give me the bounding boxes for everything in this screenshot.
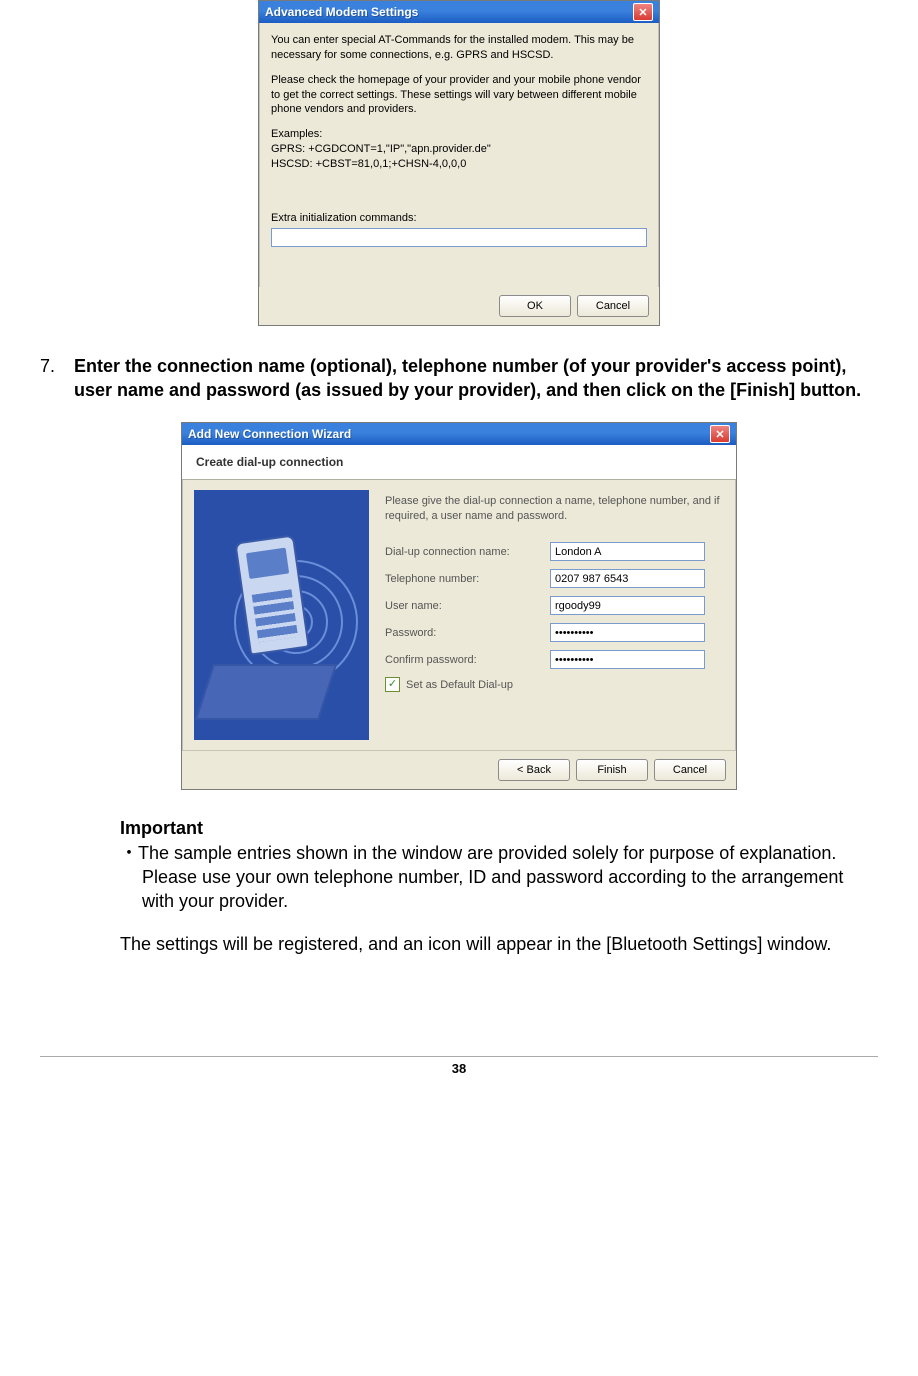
important-note: Important ・The sample entries shown in t… [120, 816, 878, 913]
connection-name-input[interactable] [550, 542, 705, 561]
important-text: The sample entries shown in the window a… [138, 843, 843, 912]
example-gprs: GPRS: +CGDCONT=1,"IP","apn.provider.de" [271, 143, 491, 155]
cancel-button[interactable]: Cancel [654, 759, 726, 781]
form-row-username: User name: [385, 596, 720, 615]
username-label: User name: [385, 600, 550, 612]
bullet-mark: ・ [120, 843, 138, 863]
telephone-label: Telephone number: [385, 573, 550, 585]
dialog-titlebar[interactable]: Advanced Modem Settings ✕ [259, 1, 659, 23]
dialog-button-row: OK Cancel [259, 287, 659, 325]
confirm-password-label: Confirm password: [385, 654, 550, 666]
form-row-connection-name: Dial-up connection name: [385, 542, 720, 561]
wizard-title: Add New Connection Wizard [188, 427, 351, 441]
confirm-password-input[interactable] [550, 650, 705, 669]
close-icon[interactable]: ✕ [710, 425, 730, 443]
instruction-step: 7. Enter the connection name (optional),… [40, 354, 878, 403]
form-row-password: Password: [385, 623, 720, 642]
result-paragraph: The settings will be registered, and an … [120, 932, 878, 956]
step-text: Enter the connection name (optional), te… [74, 354, 878, 403]
wizard-form: Please give the dial-up connection a nam… [369, 490, 724, 740]
extra-init-input[interactable] [271, 228, 647, 247]
page-number: 38 [40, 1061, 878, 1076]
wizard-button-row: < Back Finish Cancel [182, 750, 736, 789]
footer-rule [40, 1056, 878, 1057]
important-heading: Important [120, 816, 868, 840]
step-number: 7. [40, 354, 74, 403]
password-label: Password: [385, 627, 550, 639]
cancel-button[interactable]: Cancel [577, 295, 649, 317]
dialog-paragraph-1: You can enter special AT-Commands for th… [271, 33, 647, 63]
dialog-title: Advanced Modem Settings [265, 5, 418, 19]
connection-name-label: Dial-up connection name: [385, 546, 550, 558]
advanced-modem-settings-dialog: Advanced Modem Settings ✕ You can enter … [258, 0, 660, 326]
username-input[interactable] [550, 596, 705, 615]
wizard-intro: Please give the dial-up connection a nam… [385, 494, 720, 524]
dialog-paragraph-2: Please check the homepage of your provid… [271, 73, 647, 118]
add-new-connection-wizard-dialog: Add New Connection Wizard ✕ Create dial-… [181, 422, 737, 790]
wizard-illustration [194, 490, 369, 740]
close-icon[interactable]: ✕ [633, 3, 653, 21]
form-row-confirm-password: Confirm password: [385, 650, 720, 669]
default-dialup-checkbox-row[interactable]: ✓ Set as Default Dial-up [385, 677, 720, 692]
form-row-telephone: Telephone number: [385, 569, 720, 588]
default-dialup-label: Set as Default Dial-up [406, 679, 513, 691]
telephone-input[interactable] [550, 569, 705, 588]
finish-button[interactable]: Finish [576, 759, 648, 781]
ok-button[interactable]: OK [499, 295, 571, 317]
examples-heading: Examples: [271, 128, 322, 140]
important-bullet: ・The sample entries shown in the window … [120, 841, 868, 914]
example-hscsd: HSCSD: +CBST=81,0,1;+CHSN-4,0,0,0 [271, 158, 466, 170]
dialog-body: You can enter special AT-Commands for th… [259, 23, 659, 257]
checkbox-icon[interactable]: ✓ [385, 677, 400, 692]
back-button[interactable]: < Back [498, 759, 570, 781]
wizard-subtitle: Create dial-up connection [182, 445, 736, 480]
password-input[interactable] [550, 623, 705, 642]
examples-block: Examples: GPRS: +CGDCONT=1,"IP","apn.pro… [271, 127, 647, 172]
wizard-main: Please give the dial-up connection a nam… [182, 480, 736, 750]
extra-init-label: Extra initialization commands: [271, 212, 647, 224]
wizard-titlebar[interactable]: Add New Connection Wizard ✕ [182, 423, 736, 445]
document-page: Advanced Modem Settings ✕ You can enter … [0, 0, 918, 1096]
